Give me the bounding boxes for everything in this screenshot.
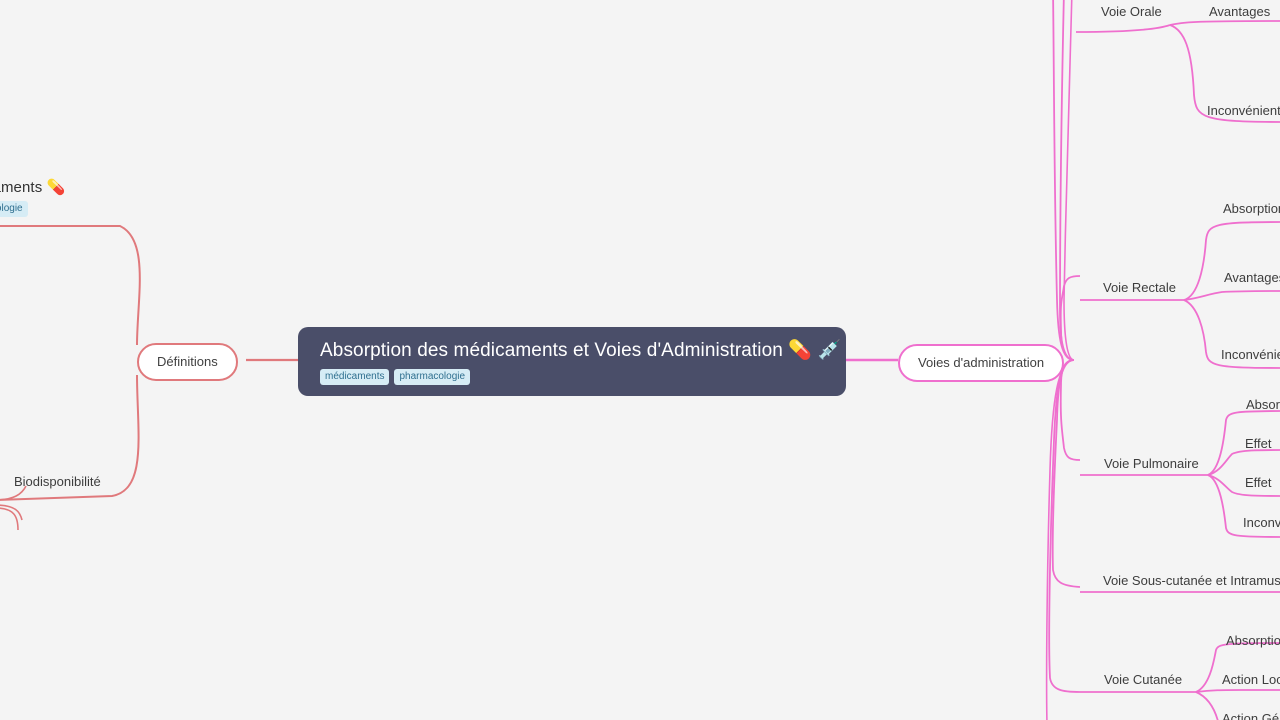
page-title: Absorption des médicaments et Voies d'Ad… — [320, 340, 842, 361]
node-voie-pulmonaire-inconvenients-label: Inconvénients — [1243, 515, 1280, 530]
edge-rectale-to-absorption — [1183, 221, 1280, 301]
node-voie-pulmonaire-inconvenients[interactable]: Inconvénients — [1243, 513, 1280, 533]
edge-trunk-extra-top — [1063, 0, 1075, 361]
node-biodisponibilite-label: Biodisponibilité — [14, 474, 101, 489]
node-voie-pulmonaire-effet-1[interactable]: Effet — [1245, 434, 1272, 454]
node-voie-cutanee-action-generale-label: Action Générale — [1222, 711, 1280, 720]
edge-trunk-rectale — [1059, 275, 1081, 361]
node-voie-orale-label: Voie Orale — [1101, 4, 1162, 19]
node-voie-rectale-inconvenients-label: Inconvénients — [1221, 347, 1280, 362]
edge-trunk-souscutanee — [1051, 359, 1081, 588]
node-voie-rectale[interactable]: Voie Rectale — [1103, 278, 1176, 298]
node-voie-pulmonaire-absorption[interactable]: Absorption — [1246, 395, 1280, 415]
root-clone-tags: pharmacologie — [0, 201, 65, 217]
node-voie-rectale-avantages[interactable]: Avantages — [1224, 268, 1280, 288]
root-node-clone[interactable]: médicaments 💊 pharmacologie — [0, 178, 65, 217]
tag-medicaments[interactable]: médicaments — [320, 369, 390, 385]
node-voie-rectale-label: Voie Rectale — [1103, 280, 1176, 295]
node-voie-rectale-avantages-label: Avantages — [1224, 270, 1280, 285]
node-voies-administration[interactable]: Voies d'administration — [898, 344, 1065, 382]
node-voie-cutanee-action-generale[interactable]: Action Générale — [1222, 709, 1280, 720]
edge-definitions-to-clone — [0, 225, 141, 346]
node-definitions-label: Définitions — [157, 354, 218, 369]
node-biodisponibilite[interactable]: Biodisponibilité — [14, 472, 101, 492]
edge-orale-hub-in — [1075, 24, 1171, 33]
edge-cutanee-to-action-locale — [1195, 689, 1280, 693]
node-voie-sous-cutanee-intramusculaire[interactable]: Voie Sous-cutanée et Intramusculaire — [1103, 571, 1280, 591]
node-voie-rectale-absorption-label: Absorption — [1223, 201, 1280, 216]
mindmap-canvas[interactable]: médicaments 💊 pharmacologie Absorption d… — [0, 0, 1280, 720]
node-voie-orale-inconvenients-label: Inconvénients — [1207, 103, 1280, 118]
node-definitions[interactable]: Définitions — [137, 343, 238, 381]
node-voie-cutanee-label: Voie Cutanée — [1104, 672, 1183, 687]
node-voie-orale-avantages-label: Avantages — [1209, 4, 1271, 19]
node-voie-pulmonaire[interactable]: Voie Pulmonaire — [1104, 454, 1199, 474]
edge-cutanee-to-action-generale — [1195, 691, 1219, 720]
node-voie-rectale-absorption[interactable]: Absorption — [1223, 199, 1280, 219]
node-voie-cutanee-action-locale-label: Action Locale — [1222, 672, 1280, 687]
node-voie-orale[interactable]: Voie Orale — [1101, 2, 1162, 22]
edge-trunk-orale-b — [1059, 0, 1075, 361]
node-voie-cutanee-action-locale[interactable]: Action Locale — [1222, 670, 1280, 690]
root-clone-title: médicaments 💊 — [0, 179, 66, 196]
node-voie-pulmonaire-label: Voie Pulmonaire — [1104, 456, 1199, 471]
root-tags: médicaments pharmacologie — [320, 369, 828, 385]
node-voie-pulmonaire-absorption-label: Absorption — [1246, 397, 1280, 412]
edge-rectale-to-avantages — [1183, 290, 1280, 301]
node-voie-pulmonaire-effet-1-label: Effet — [1245, 436, 1272, 451]
node-voie-cutanee[interactable]: Voie Cutanée — [1104, 670, 1182, 690]
node-voie-rectale-inconvenients[interactable]: Inconvénients — [1221, 345, 1280, 365]
edge-trunk-pulmonaire — [1059, 359, 1081, 461]
edge-trunk-extra-bottom — [1045, 359, 1075, 720]
tag-pharmacologie[interactable]: pharmacologie — [394, 369, 471, 385]
edge-left-fan-3 — [0, 507, 19, 531]
node-voie-orale-avantages[interactable]: Avantages — [1209, 2, 1270, 22]
node-voie-pulmonaire-effet-2-label: Effet — [1245, 475, 1272, 490]
node-voie-cutanee-absorption[interactable]: Absorption — [1226, 631, 1280, 651]
node-voies-administration-label: Voies d'administration — [918, 355, 1045, 370]
edge-trunk-orale — [1052, 0, 1075, 361]
root-node[interactable]: Absorption des médicaments et Voies d'Ad… — [298, 327, 846, 396]
edge-left-fan-2 — [0, 504, 23, 521]
node-voie-sous-cutanee-intramusculaire-label: Voie Sous-cutanée et Intramusculaire — [1103, 573, 1280, 588]
node-voie-pulmonaire-effet-2[interactable]: Effet — [1245, 473, 1272, 493]
node-voie-orale-inconvenients[interactable]: Inconvénients — [1207, 101, 1280, 121]
edge-trunk-cutanee — [1048, 359, 1081, 693]
node-voie-cutanee-absorption-label: Absorption — [1226, 633, 1280, 648]
tag-pharmacologie-clone[interactable]: pharmacologie — [0, 201, 28, 217]
